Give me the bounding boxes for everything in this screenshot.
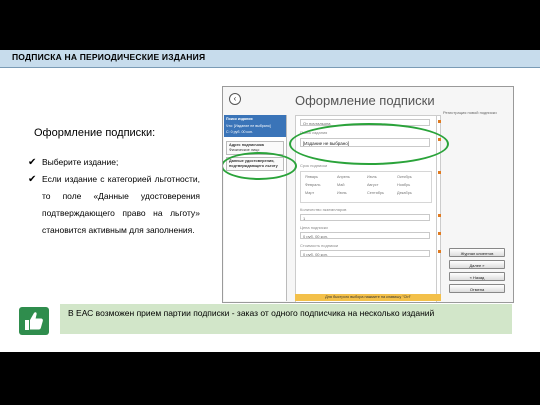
journal-button[interactable]: Журнал клиентов <box>449 248 505 257</box>
app-screenshot: ‹ Оформление подписки Регистрация новой … <box>222 86 514 303</box>
bullet-item: ✔ Выберите издание; <box>28 154 200 171</box>
scroll-marker <box>438 171 441 174</box>
address-title: Адрес подписчика <box>229 143 264 147</box>
registration-label: Регистрация новой подписки <box>443 110 497 115</box>
scroll-marker <box>438 250 441 253</box>
scroll-marker <box>438 120 441 123</box>
price-field: 0 руб. 00 коп. <box>300 232 430 239</box>
month-option[interactable]: Июль <box>367 175 377 179</box>
card-line: С: 0 руб. 00 коп. <box>226 130 253 134</box>
thumbs-up-icon <box>19 307 49 335</box>
month-option[interactable]: Сентябрь <box>367 191 384 195</box>
price-label: Цена подписки <box>300 225 328 230</box>
slide: ПОДПИСКА НА ПЕРИОДИЧЕСКИЕ ИЗДАНИЯ Оформл… <box>0 0 540 405</box>
info-text: В ЕАС возможен прием партии подписки - з… <box>68 308 435 318</box>
period-label: Срок подписки <box>300 163 328 168</box>
month-option[interactable]: Февраль <box>305 183 320 187</box>
left-panel: Поиск издания Что: [Издание не выбрано] … <box>224 115 287 301</box>
month-option[interactable]: Март <box>305 191 314 195</box>
month-option[interactable]: Октябрь <box>397 175 412 179</box>
month-option[interactable]: Апрель <box>337 175 350 179</box>
bottom-border <box>0 352 540 405</box>
month-option[interactable]: Июнь <box>337 191 347 195</box>
highlight-oval-publication <box>289 123 449 165</box>
month-option[interactable]: Декабрь <box>397 191 412 195</box>
bullet-item: ✔ Если издание с категорией льготности, … <box>28 171 200 239</box>
copies-field[interactable]: 1 <box>300 214 430 221</box>
month-option[interactable]: Ноябрь <box>397 183 410 187</box>
bullet-text: Если издание с категорией льготности, то… <box>42 174 200 235</box>
back-arrow-icon[interactable]: ‹ <box>229 93 241 105</box>
months-grid: Январь Февраль Март Апрель Май Июнь Июль… <box>300 171 432 203</box>
cost-field: 0 руб. 00 коп. <box>300 250 430 257</box>
top-border <box>0 0 540 50</box>
cost-label: Стоимость подписки <box>300 243 339 248</box>
back-button[interactable]: « Назад <box>449 272 505 281</box>
scroll-marker <box>438 232 441 235</box>
window-title: Оформление подписки <box>295 93 435 108</box>
card-title: Поиск издания <box>226 117 253 121</box>
check-icon: ✔ <box>28 157 37 168</box>
slide-title: ПОДПИСКА НА ПЕРИОДИЧЕСКИЕ ИЗДАНИЯ <box>12 52 206 62</box>
card-line: Что: [Издание не выбрано] <box>226 124 271 128</box>
copies-label: Количество экземпляров <box>300 207 347 212</box>
month-option[interactable]: Май <box>337 183 344 187</box>
next-button[interactable]: Далее » <box>449 260 505 269</box>
bullet-text: Выберите издание; <box>42 157 119 167</box>
check-icon: ✔ <box>28 174 37 185</box>
search-summary-card[interactable]: Поиск издания Что: [Издание не выбрано] … <box>224 115 286 137</box>
section-heading: Оформление подписки: <box>34 127 156 139</box>
month-option[interactable]: Август <box>367 183 378 187</box>
scroll-marker <box>438 214 441 217</box>
hint-bar: Для быстрого выбора нажмите на клавишу "… <box>295 294 441 301</box>
cancel-button[interactable]: Отмена <box>449 284 505 293</box>
month-option[interactable]: Январь <box>305 175 318 179</box>
highlight-oval-privilege <box>223 152 297 180</box>
